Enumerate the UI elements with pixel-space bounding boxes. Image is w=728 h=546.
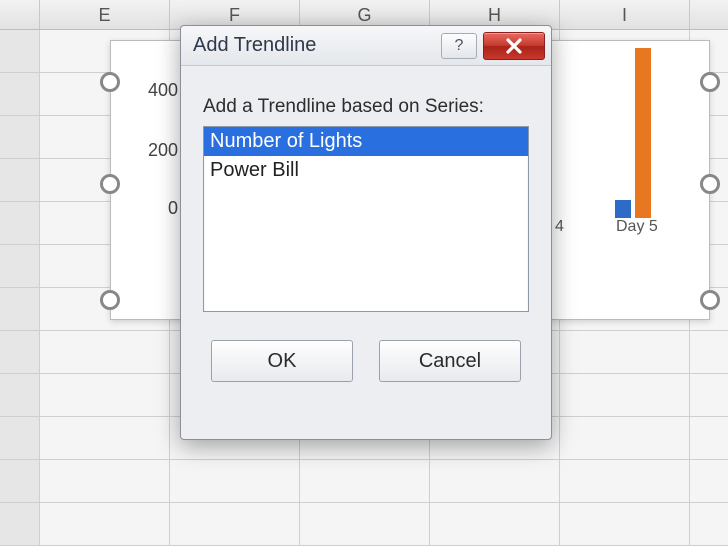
help-icon: ? bbox=[455, 37, 464, 55]
dialog-title: Add Trendline bbox=[193, 34, 437, 57]
cancel-button[interactable]: Cancel bbox=[379, 340, 521, 382]
series-option-number-of-lights[interactable]: Number of Lights bbox=[204, 127, 528, 156]
chart-ytick-0: 0 bbox=[138, 198, 178, 219]
bar-power-bill-day5 bbox=[635, 48, 651, 218]
help-button[interactable]: ? bbox=[441, 33, 477, 59]
col-header-e[interactable]: E bbox=[40, 0, 170, 29]
dialog-titlebar[interactable]: Add Trendline ? bbox=[181, 26, 551, 66]
close-button[interactable] bbox=[483, 32, 545, 60]
chart-bars-visible bbox=[555, 58, 715, 218]
dialog-prompt: Add a Trendline based on Series: bbox=[203, 96, 529, 118]
ok-button[interactable]: OK bbox=[211, 340, 353, 382]
series-option-power-bill[interactable]: Power Bill bbox=[204, 156, 528, 185]
chart-handle[interactable] bbox=[700, 290, 720, 310]
close-icon bbox=[505, 38, 523, 54]
chart-handle[interactable] bbox=[700, 174, 720, 194]
col-header-blank bbox=[0, 0, 40, 29]
chart-handle[interactable] bbox=[100, 290, 120, 310]
chart-handle[interactable] bbox=[700, 72, 720, 92]
add-trendline-dialog: Add Trendline ? Add a Trendline based on… bbox=[180, 25, 552, 440]
chart-xtick-partial: 4 bbox=[555, 218, 564, 236]
series-listbox[interactable]: Number of Lights Power Bill bbox=[203, 126, 529, 312]
chart-ytick-200: 200 bbox=[138, 140, 178, 161]
chart-ytick-400: 400 bbox=[138, 80, 178, 101]
chart-handle[interactable] bbox=[100, 174, 120, 194]
chart-handle[interactable] bbox=[100, 72, 120, 92]
bar-number-of-lights-day5 bbox=[615, 200, 631, 218]
col-header-j[interactable]: J bbox=[690, 0, 728, 29]
chart-xtick-day5: Day 5 bbox=[616, 218, 658, 236]
col-header-i[interactable]: I bbox=[560, 0, 690, 29]
